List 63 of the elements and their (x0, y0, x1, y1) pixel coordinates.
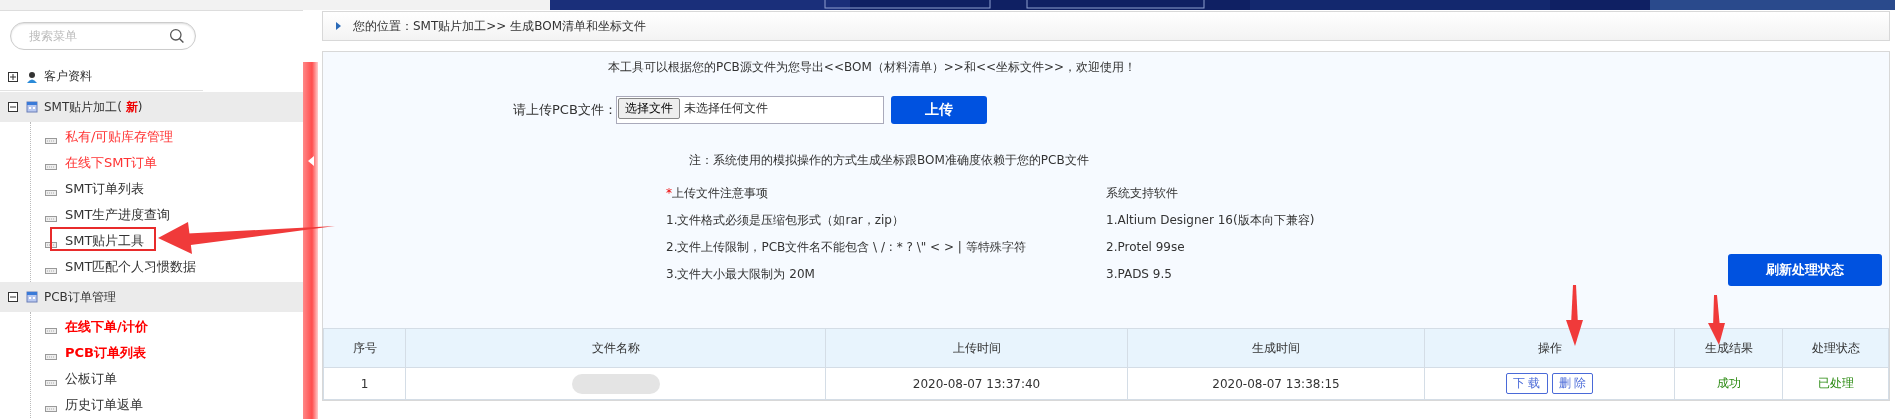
menu-item[interactable]: 历史订单返单 (65, 397, 143, 413)
software-item: 3.PADS 9.5 (1106, 266, 1173, 283)
refresh-button[interactable]: 刷新处理状态 (1728, 254, 1882, 286)
caret-icon (336, 22, 341, 30)
annotation-arrow (1566, 285, 1583, 346)
keyboard-icon (45, 164, 57, 170)
software-item: 1.Altium Designer 16(版本向下兼容) (1106, 212, 1316, 229)
software-item: 2.Protel 99se (1106, 239, 1186, 256)
upload-button[interactable]: 上传 (891, 96, 987, 124)
menu-item[interactable]: PCB订单列表 (65, 345, 146, 361)
column-header: 生成时间 (1127, 328, 1425, 368)
column-header: 处理状态 (1782, 328, 1889, 368)
calendar-icon (26, 291, 38, 303)
keyboard-icon (45, 268, 57, 274)
keyboard-icon (45, 380, 57, 386)
keyboard-icon (45, 406, 57, 412)
menu-item[interactable]: SMT订单列表 (65, 181, 145, 197)
note-item: 2.文件上传限制，PCB文件名不能包含 \ / : * ? \" < > | 等特殊字符 (666, 239, 1027, 256)
keyboard-icon (45, 190, 57, 196)
column-header: 文件名称 (405, 328, 826, 368)
menu-item[interactable]: SMT生产进度查询 (65, 207, 171, 223)
keyboard-icon (45, 328, 57, 334)
keyboard-icon (45, 242, 57, 248)
column-header: 操作 (1424, 328, 1675, 368)
menu-group[interactable]: SMT贴片加工( 新) (44, 98, 143, 116)
breadcrumb-text: 您的位置：SMT贴片加工>> 生成BOM清单和坐标文件 (353, 17, 647, 35)
menu-item[interactable]: 公板订单 (65, 371, 117, 387)
table-cell: 1 (323, 367, 406, 400)
file-input[interactable]: 选择文件 未选择任何文件 (616, 96, 884, 124)
column-header: 序号 (323, 328, 406, 368)
keyboard-icon (45, 354, 57, 360)
column-header: 生成结果 (1674, 328, 1783, 368)
search-field[interactable]: 搜索菜单 (10, 22, 196, 50)
calendar-icon (26, 101, 38, 113)
notes-title: *上传文件注意事项 (666, 185, 769, 202)
menu-item[interactable]: 在线下单/计价 (65, 319, 148, 335)
action-button[interactable]: 下 载 (1505, 373, 1548, 394)
menu-group[interactable]: PCB订单管理 (44, 288, 116, 306)
table-cell: 2020-08-07 13:38:15 (1127, 367, 1425, 400)
menu-item[interactable]: 私有/可贴库存管理 (65, 129, 174, 145)
menu-item[interactable]: SMT匹配个人习惯数据 (65, 259, 197, 275)
menu-item[interactable]: 在线下SMT订单 (65, 155, 158, 171)
keyboard-icon (45, 216, 57, 222)
expand-icon[interactable] (8, 71, 18, 82)
menu-item[interactable]: SMT贴片工具 (65, 233, 145, 249)
note-text: 注：系统使用的模拟操作的方式生成坐标跟BOM准确度依赖于您的PCB文件 (689, 152, 1090, 168)
search-icon[interactable] (169, 28, 185, 44)
intro-text: 本工具可以根据您的PCB源文件为您导出<<BOM（材料清单）>>和<<坐标文件>>，欢迎使用！ (608, 59, 1138, 76)
collapse-icon[interactable] (8, 292, 18, 302)
software-title: 系统支持软件 (1106, 185, 1179, 202)
table-cell: 成功 (1674, 367, 1783, 400)
choose-file-button[interactable]: 选择文件 (618, 98, 680, 119)
menu-group[interactable]: 客户资料 (44, 68, 92, 85)
note-item: 1.文件格式必须是压缩包形式（如rar，zip） (666, 212, 905, 229)
table-cell: 已处理 (1782, 367, 1889, 400)
person-icon (26, 70, 38, 83)
collapse-icon[interactable] (8, 102, 18, 112)
action-button[interactable]: 删 除 (1551, 373, 1594, 394)
table-cell: 2020-08-07 13:37:40 (825, 367, 1128, 400)
column-header: 上传时间 (825, 328, 1128, 368)
note-item: 3.文件大小最大限制为 20M (666, 266, 816, 283)
file-status: 未选择任何文件 (684, 100, 768, 117)
keyboard-icon (45, 138, 57, 144)
